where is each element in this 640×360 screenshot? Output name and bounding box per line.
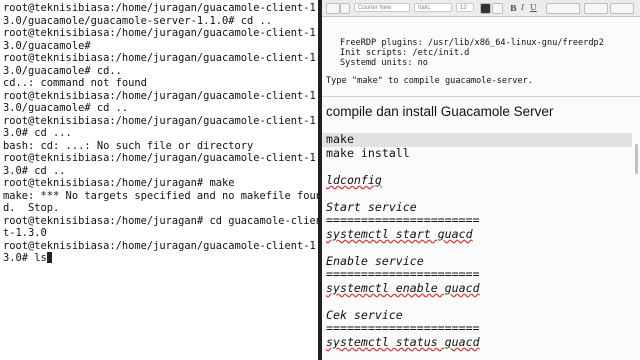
doc-text-line: Systemd units: no: [340, 58, 428, 68]
selected-line-highlight: [322, 133, 632, 147]
bold-icon[interactable]: B: [510, 3, 517, 13]
vertical-scrollbar[interactable]: [635, 144, 638, 174]
alignment-buttons[interactable]: [546, 3, 580, 14]
terminal-line: root@teknisibiasa:/home/juragan/guacamol…: [3, 52, 318, 64]
section-heading: compile dan install Guacamole Server: [326, 104, 554, 119]
separator-line: ======================: [326, 321, 480, 335]
format-toolbar: Courier New Italic 12 B I U: [322, 0, 640, 17]
code-enable: systemctl enable guacd: [326, 281, 480, 295]
code-ldconfig: ldconfig: [326, 173, 382, 187]
terminal-line: root@teknisibiasa:/home/juragan/guacamol…: [3, 239, 318, 252]
code-make-install: make install: [326, 146, 410, 160]
line-spacing-button[interactable]: [584, 3, 608, 14]
list-button[interactable]: [610, 3, 634, 14]
text-editor-window[interactable]: Courier New Italic 12 B I U FreeRDP plug…: [322, 0, 640, 360]
section-divider: [322, 96, 640, 97]
terminal-line: 3.0/guacamole# cd..: [3, 64, 122, 77]
code-make: make: [326, 132, 354, 146]
font-family-select[interactable]: Courier New: [354, 3, 410, 12]
terminal-line: t-1.3.0: [3, 227, 47, 239]
doc-text-line: FreeRDP plugins: /usr/lib/x86_64-linux-g…: [340, 38, 604, 48]
terminal-line: root@teknisibiasa:/home/juragan# cd guac…: [3, 214, 318, 227]
separator-line: ======================: [326, 267, 480, 281]
style-arrow-button[interactable]: [340, 3, 350, 14]
separator-line: ======================: [326, 213, 480, 227]
terminal-line: 3.0/guacamole# cd ..: [3, 102, 129, 114]
font-style-select[interactable]: Italic: [414, 3, 452, 12]
doc-text-line: Type "make" to compile guacamole-server.: [326, 76, 533, 86]
terminal-line: root@teknisibiasa:/home/juragan/guacamol…: [3, 27, 318, 39]
terminal-line: 3.0# cd ..: [3, 164, 66, 177]
terminal-line: bash: cd: ...: No such file or directory: [3, 139, 254, 152]
terminal-line: root@teknisibiasa:/home/juragan/guacamol…: [3, 152, 318, 164]
font-size-select[interactable]: 12: [456, 3, 474, 12]
terminal-line: root@teknisibiasa:/home/juragan/guacamol…: [3, 2, 318, 14]
terminal-cursor: [46, 252, 52, 263]
code-start: systemctl start guacd: [326, 227, 473, 241]
underline-icon[interactable]: U: [530, 3, 537, 12]
terminal-line: root@teknisibiasa:/home/juragan# make: [3, 177, 235, 189]
terminal-line: cd..: command not found: [3, 77, 147, 89]
terminal-line: make: *** No targets specified and no ma…: [3, 189, 318, 202]
terminal-line: 3.0/guacamole/guacamole-server-1.1.0# cd…: [3, 14, 272, 27]
terminal-line: root@teknisibiasa:/home/juragan/guacamol…: [3, 89, 318, 102]
terminal-line: d. Stop.: [3, 202, 60, 214]
doc-text-line: Init scripts: /etc/init.d: [340, 48, 470, 58]
terminal-line: root@teknisibiasa:/home/juragan/guacamol…: [3, 114, 318, 127]
italic-icon[interactable]: I: [521, 3, 524, 12]
terminal-line: 3.0/guacamole#: [3, 39, 91, 52]
highlight-color-button[interactable]: [492, 3, 503, 14]
terminal-prompt-line[interactable]: 3.0# ls: [3, 252, 52, 264]
terminal-window[interactable]: root@teknisibiasa:/home/juragan/guacamol…: [0, 0, 318, 360]
text-color-button[interactable]: [480, 3, 491, 14]
terminal-line: 3.0# ls: [3, 252, 47, 264]
code-status: systemctl status guacd: [326, 335, 480, 349]
terminal-line: 3.0# cd ...: [3, 127, 72, 139]
paragraph-style-button[interactable]: [326, 3, 340, 14]
